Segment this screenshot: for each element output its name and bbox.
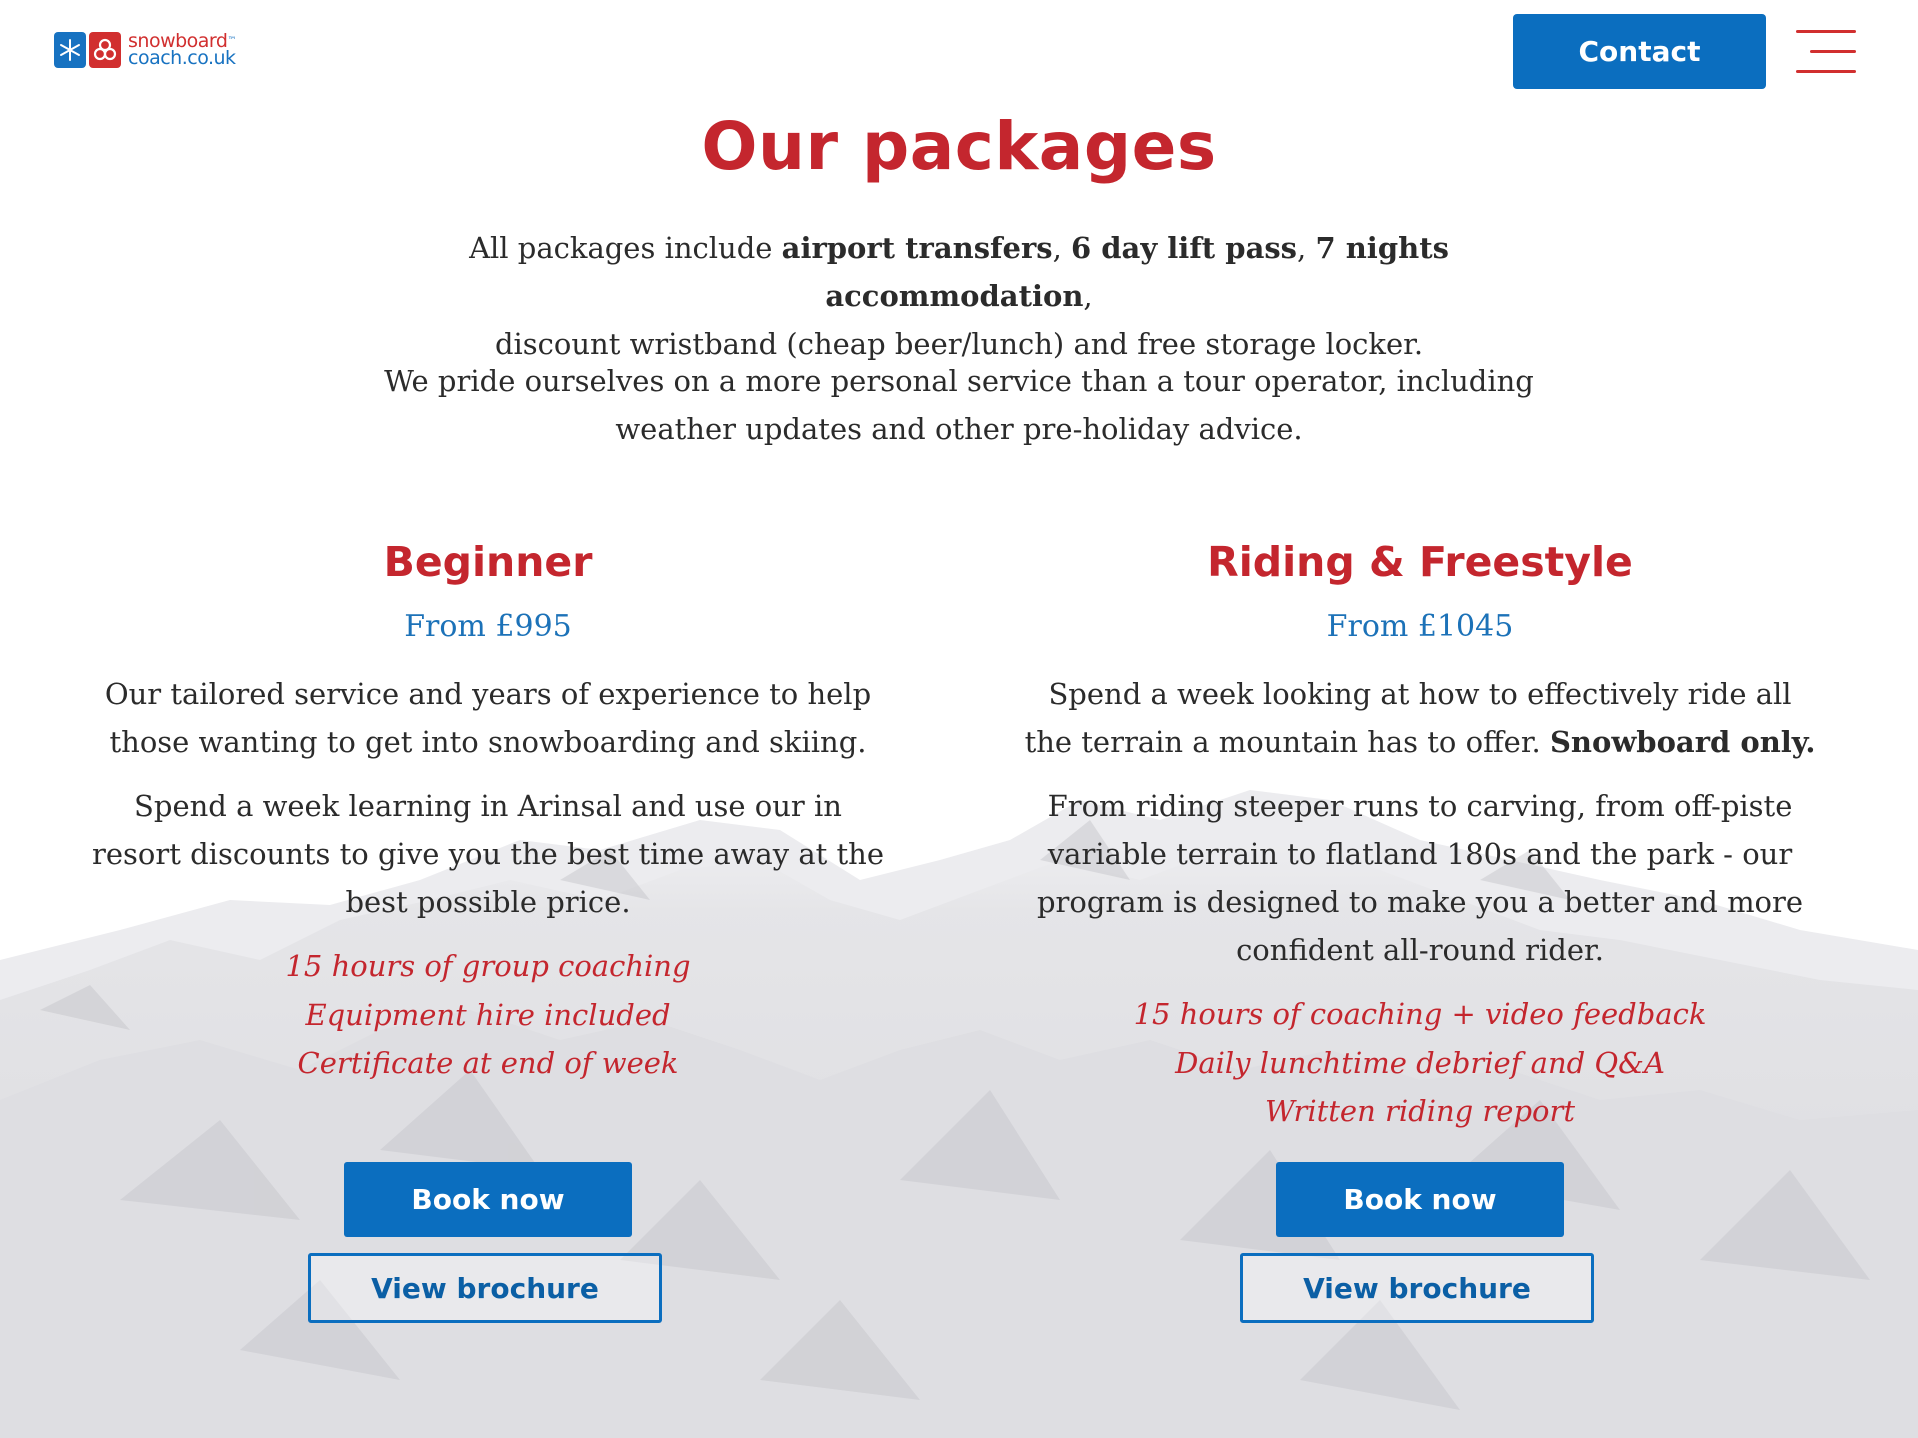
book-now-button-beginner[interactable]: Book now	[344, 1162, 632, 1237]
view-brochure-button-riding-freestyle[interactable]: View brochure	[1240, 1253, 1594, 1323]
feature-item: Certificate at end of week	[297, 1046, 679, 1080]
package-description-2: Spend a week learning in Arinsal and use…	[92, 789, 884, 919]
feature-item: 15 hours of coaching + video feedback	[1133, 997, 1707, 1031]
package-price: From £1045	[1326, 609, 1514, 644]
feature-item: Equipment hire included	[305, 997, 671, 1032]
feature-item: Daily lunchtime debrief and Q&A	[1175, 1045, 1665, 1080]
feature-item: 15 hours of group coaching	[285, 949, 691, 983]
package-description-1: Our tailored service and years of experi…	[104, 677, 872, 759]
package-card-beginner: Beginner From £995 Our tailored service …	[88, 0, 888, 1438]
package-description-2: From riding steeper runs to carving, fro…	[1036, 789, 1804, 967]
package-card-riding-freestyle: Riding & Freestyle From £1045 Spend a we…	[1020, 0, 1820, 1438]
package-title: Riding & Freestyle	[1207, 538, 1633, 586]
package-price: From £995	[404, 609, 572, 644]
package-description-1: Spend a week looking at how to effective…	[1024, 677, 1816, 759]
book-now-button-riding-freestyle[interactable]: Book now	[1276, 1162, 1564, 1237]
snowflake-icon	[54, 32, 86, 68]
feature-item: Written riding report	[1264, 1094, 1575, 1128]
package-title: Beginner	[383, 538, 593, 586]
package-feature-list: 15 hours of group coaching Equipment hir…	[88, 942, 888, 1088]
package-feature-list: 15 hours of coaching + video feedback Da…	[1020, 990, 1820, 1136]
view-brochure-button-beginner[interactable]: View brochure	[308, 1253, 662, 1323]
